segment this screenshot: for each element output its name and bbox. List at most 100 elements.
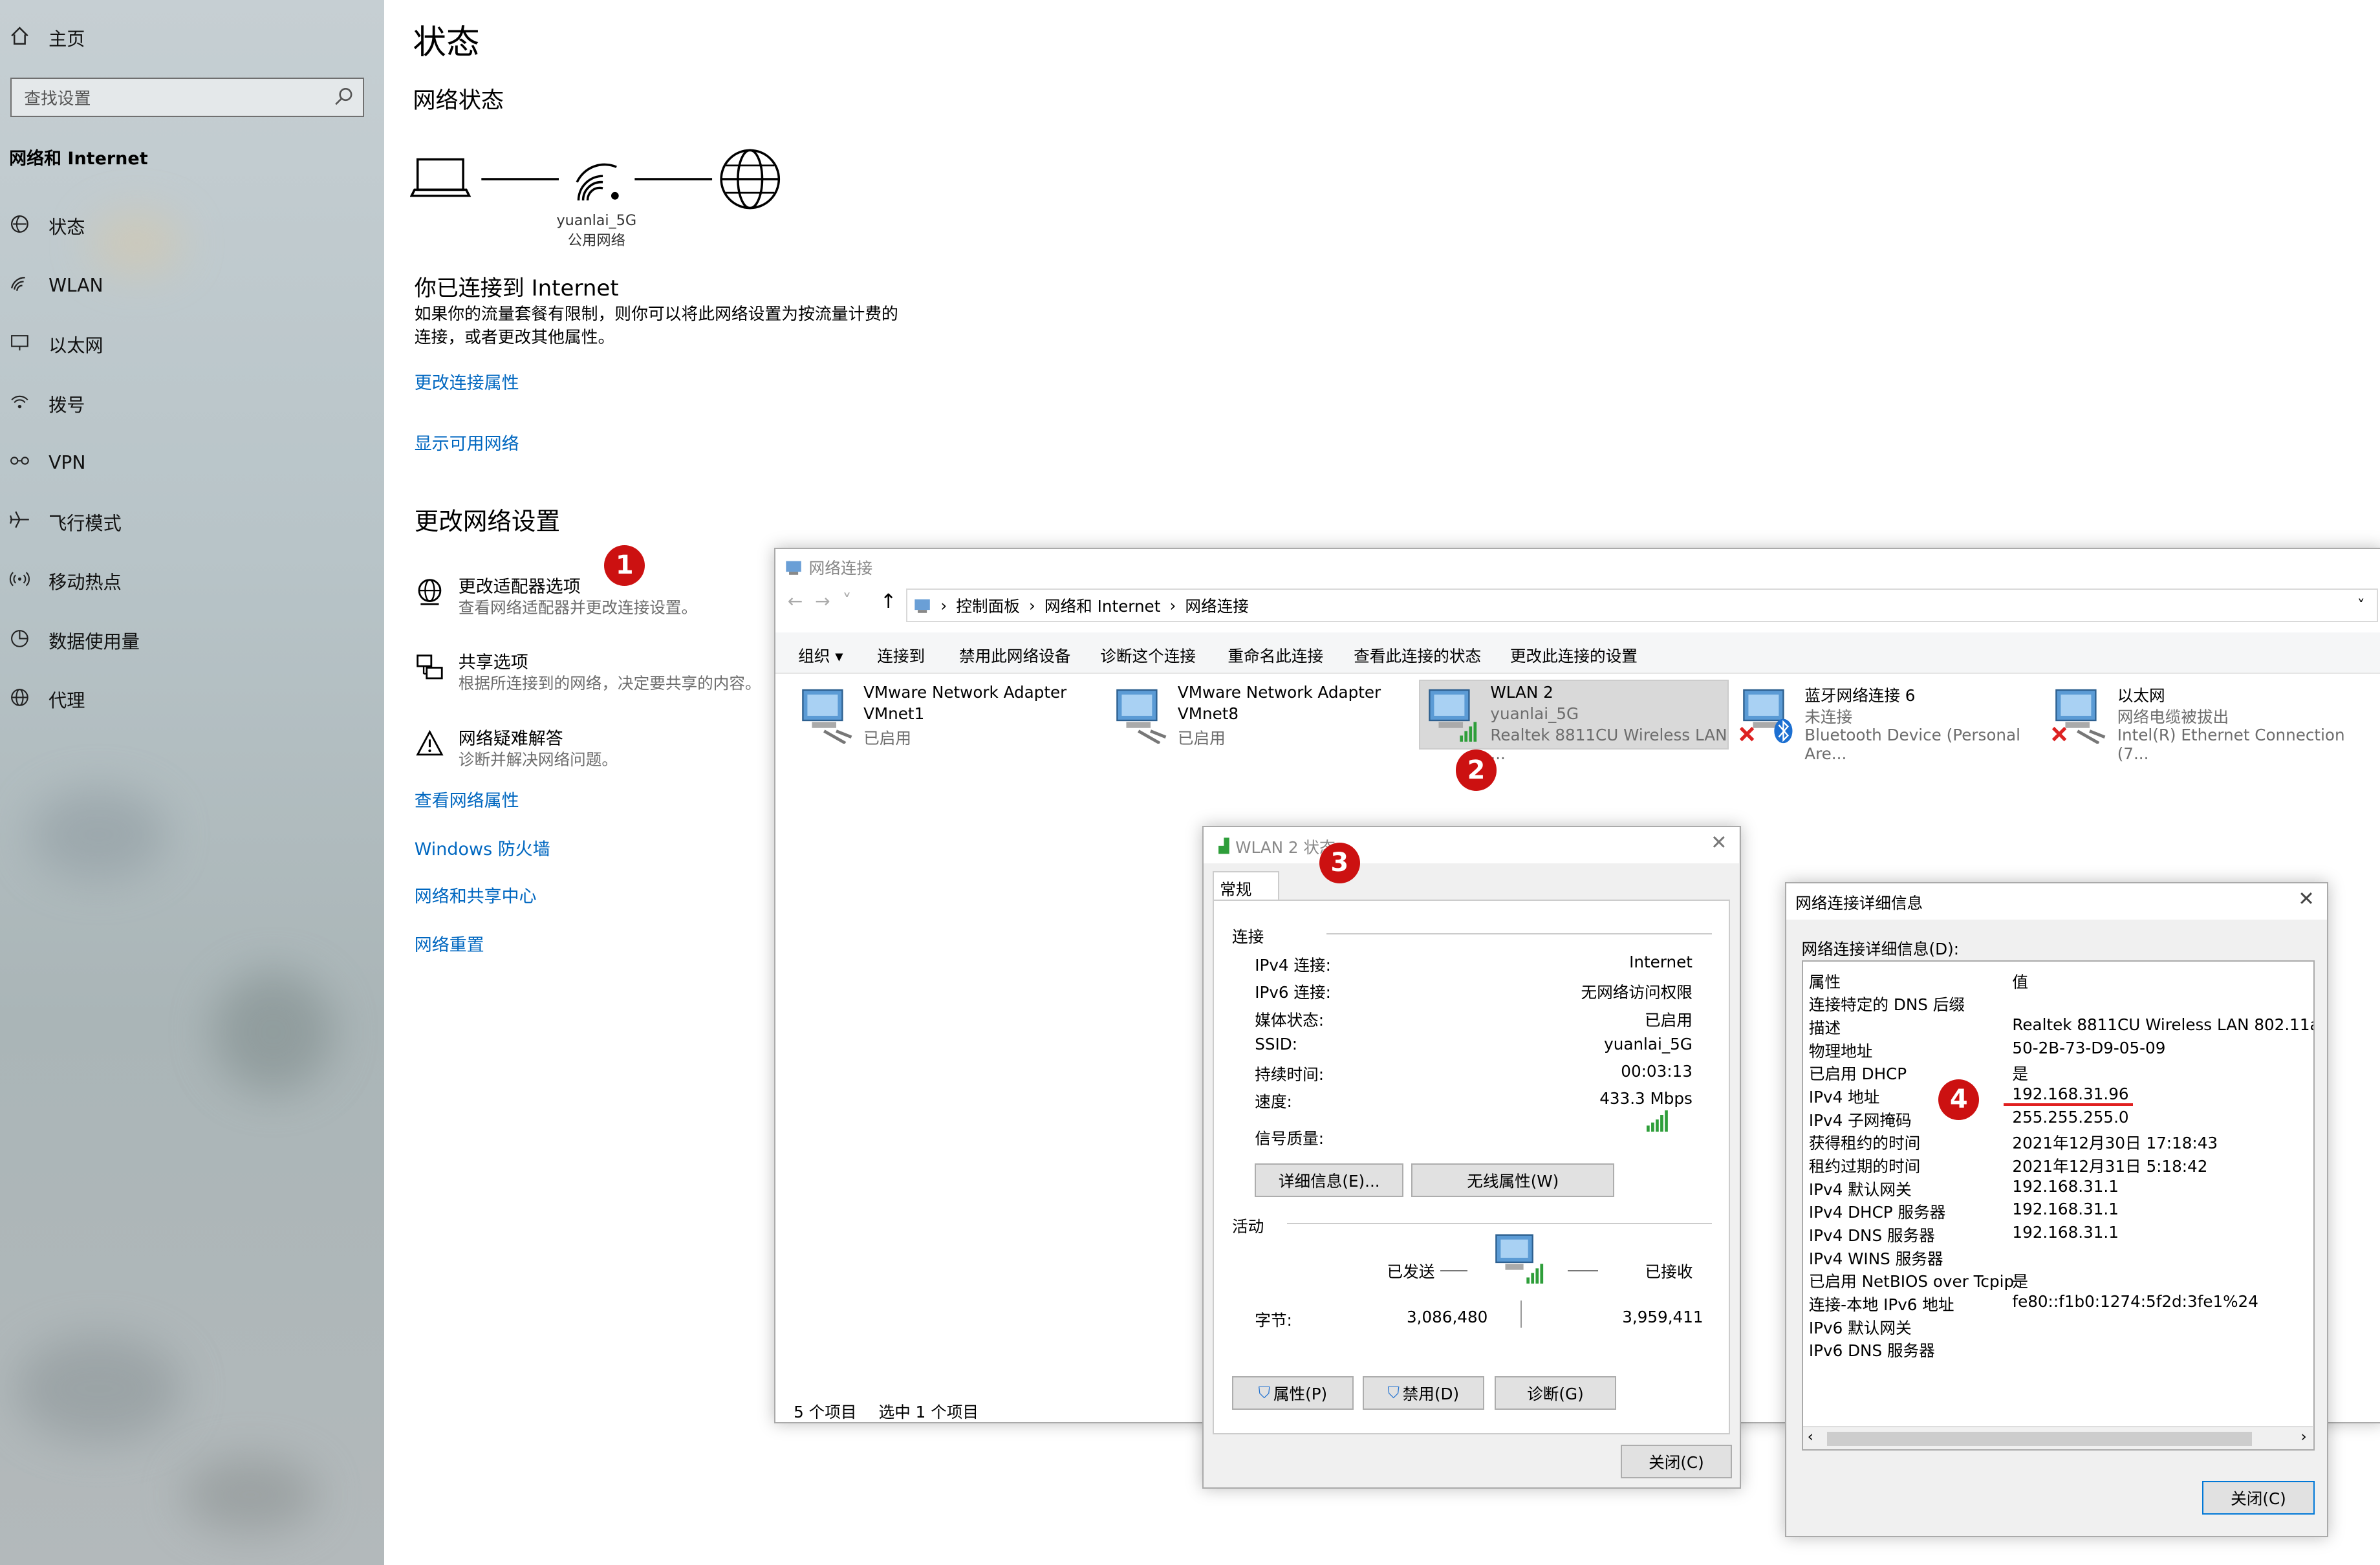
- network-sharing-center-link[interactable]: 网络和共享中心: [415, 882, 537, 907]
- wireless-properties-button[interactable]: 无线属性(W): [1411, 1163, 1615, 1198]
- toolbar-change-settings[interactable]: 更改此连接的设置: [1510, 643, 1638, 667]
- detail-value[interactable]: 是: [2012, 1061, 2028, 1085]
- change-connection-properties-link[interactable]: 更改连接属性: [415, 369, 519, 394]
- network-reset-link[interactable]: 网络重置: [415, 931, 484, 956]
- detail-value[interactable]: 255.255.255.0: [2012, 1108, 2128, 1127]
- horizontal-scrollbar[interactable]: ‹ ›: [1802, 1426, 2313, 1449]
- sidebar-section-title: 网络和 Internet: [9, 148, 148, 169]
- show-available-networks-link[interactable]: 显示可用网络: [415, 429, 519, 455]
- detail-value[interactable]: 192.168.31.1: [2012, 1223, 2119, 1242]
- diagnose-button[interactable]: 诊断(G): [1495, 1376, 1616, 1410]
- network-adapter-icon: [1116, 689, 1167, 744]
- sidebar-item-ethernet[interactable]: 以太网: [9, 325, 103, 364]
- sidebar-item-status[interactable]: 状态: [9, 206, 85, 246]
- properties-button[interactable]: ⛉ 属性(P): [1232, 1376, 1354, 1410]
- ssid-value: yuanlai_5G: [1604, 1034, 1693, 1053]
- detail-value[interactable]: 50-2B-73-D9-05-09: [2012, 1039, 2165, 1057]
- nav-arrows[interactable]: ←→˅: [788, 590, 864, 612]
- sidebar-item-data-usage[interactable]: 数据使用量: [9, 621, 140, 660]
- sidebar-item-dialup[interactable]: 拨号: [9, 384, 85, 424]
- bytes-received-value: 3,959,411: [1622, 1308, 1704, 1327]
- detail-property[interactable]: IPv4 子网掩码: [1809, 1108, 1912, 1131]
- adapter-bluetooth[interactable]: 蓝牙网络连接 6 未连接 Bluetooth Device (Personal …: [1738, 683, 2041, 763]
- toolbar-connect-to[interactable]: 连接到: [877, 643, 925, 667]
- column-header-property[interactable]: 属性: [1809, 969, 1841, 993]
- sidebar-item-vpn[interactable]: VPN: [9, 443, 85, 482]
- search-icon[interactable]: [334, 86, 354, 111]
- detail-property[interactable]: 描述: [1809, 1015, 1841, 1039]
- detail-property[interactable]: IPv6 DNS 服务器: [1809, 1338, 1935, 1361]
- details-button[interactable]: 详细信息(E)...: [1255, 1163, 1404, 1198]
- detail-value[interactable]: 2021年12月31日 5:18:42: [2012, 1154, 2207, 1177]
- scrollbar-thumb[interactable]: [1827, 1432, 2253, 1446]
- detail-property[interactable]: 已启用 DHCP: [1809, 1061, 1907, 1085]
- detail-value[interactable]: 192.168.31.96: [2012, 1085, 2128, 1103]
- details-list[interactable]: 属性 值 连接特定的 DNS 后缀 描述 Realtek 8811CU Wirele…: [1801, 960, 2315, 1451]
- breadcrumb-network-internet[interactable]: 网络和 Internet: [1044, 594, 1160, 617]
- adapter-wlan2[interactable]: WLAN 2 yuanlai_5G Realtek 8811CU Wireles…: [1423, 683, 1727, 763]
- breadcrumb-network-connections[interactable]: 网络连接: [1185, 594, 1249, 617]
- detail-value[interactable]: 是: [2012, 1269, 2028, 1292]
- detail-property[interactable]: 物理地址: [1809, 1039, 1873, 1062]
- toolbar-organize[interactable]: 组织 ▾: [798, 643, 843, 667]
- detail-value[interactable]: 192.168.31.1: [2012, 1200, 2119, 1218]
- view-network-properties-link[interactable]: 查看网络属性: [415, 786, 519, 812]
- detail-value[interactable]: fe80::f1b0:1274:5f2d:3fe1%24: [2012, 1292, 2258, 1311]
- disable-button[interactable]: ⛉ 禁用(D): [1362, 1376, 1484, 1410]
- sidebar-item-wlan[interactable]: WLAN: [9, 266, 103, 305]
- detail-property[interactable]: IPv4 地址: [1809, 1085, 1879, 1108]
- adapter-options-item[interactable]: 更改适配器选项 查看网络适配器并更改连接设置。: [415, 572, 764, 621]
- adapter-ethernet[interactable]: 以太网 网络电缆被拔出 Intel(R) Ethernet Connection…: [2050, 683, 2377, 763]
- sidebar-item-label: 代理: [49, 690, 85, 712]
- close-button[interactable]: 关闭(C): [1621, 1444, 1732, 1478]
- sidebar-item-airplane[interactable]: 飞行模式: [9, 502, 122, 542]
- sidebar-item-label: 飞行模式: [49, 512, 122, 534]
- scroll-left-icon[interactable]: ‹: [1808, 1427, 1813, 1445]
- window-titlebar: 网络连接: [784, 556, 872, 579]
- adapter-status: 已启用: [1177, 728, 1226, 748]
- sidebar-home[interactable]: 主页: [9, 18, 85, 58]
- detail-property[interactable]: IPv4 默认网关: [1809, 1177, 1912, 1200]
- detail-property[interactable]: IPv6 默认网关: [1809, 1315, 1912, 1339]
- close-button[interactable]: 关闭(C): [2202, 1481, 2315, 1515]
- breadcrumb-control-panel[interactable]: 控制面板: [956, 594, 1020, 617]
- adapter-vmnet8[interactable]: VMware Network Adapter VMnet8 已启用: [1111, 683, 1414, 750]
- tab-general[interactable]: 常规: [1212, 870, 1280, 901]
- detail-property[interactable]: 已启用 NetBIOS over Tcpip: [1809, 1269, 2014, 1292]
- scroll-right-icon[interactable]: ›: [2300, 1427, 2306, 1445]
- toolbar-diagnose[interactable]: 诊断这个连接: [1100, 643, 1196, 667]
- toolbar-view-status[interactable]: 查看此连接的状态: [1354, 643, 1481, 667]
- troubleshoot-item[interactable]: 网络疑难解答 诊断并解决网络问题。: [415, 724, 764, 773]
- signal-icon: ▟: [1218, 837, 1229, 854]
- sidebar-item-hotspot[interactable]: 移动热点: [9, 561, 122, 601]
- detail-property[interactable]: 连接-本地 IPv6 地址: [1809, 1292, 1954, 1315]
- toolbar-rename[interactable]: 重命名此连接: [1228, 643, 1323, 667]
- close-icon[interactable]: ✕: [1711, 832, 1727, 854]
- detail-property[interactable]: 获得租约的时间: [1809, 1130, 1920, 1154]
- detail-value[interactable]: Realtek 8811CU Wireless LAN 802.11ac US: [2012, 1015, 2313, 1034]
- option-title: 共享选项: [458, 653, 528, 673]
- toolbar-disable-device[interactable]: 禁用此网络设备: [959, 643, 1070, 667]
- globe-icon: [9, 687, 39, 713]
- detail-property[interactable]: 租约过期的时间: [1809, 1154, 1920, 1177]
- step-badge-2: 2: [1455, 750, 1497, 791]
- column-header-value[interactable]: 值: [2012, 969, 2028, 993]
- detail-value[interactable]: 192.168.31.1: [2012, 1177, 2119, 1196]
- sidebar-item-proxy[interactable]: 代理: [9, 680, 85, 719]
- adapter-name: VMware Network Adapter: [1177, 682, 1381, 702]
- chevron-down-icon[interactable]: ˅: [2357, 596, 2365, 614]
- wifi-signal-icon: [576, 163, 619, 200]
- address-bar[interactable]: › 控制面板 › 网络和 Internet › 网络连接 ˅: [905, 588, 2379, 622]
- detail-value[interactable]: 2021年12月30日 17:18:43: [2012, 1130, 2218, 1154]
- ipv6-connection-value: 无网络访问权限: [1581, 983, 1693, 1002]
- detail-property[interactable]: IPv4 WINS 服务器: [1809, 1246, 1943, 1269]
- search-input[interactable]: 查找设置: [10, 77, 365, 117]
- windows-firewall-link[interactable]: Windows 防火墙: [415, 835, 550, 860]
- close-icon[interactable]: ✕: [2298, 888, 2315, 911]
- up-arrow-icon[interactable]: ↑: [880, 590, 897, 613]
- adapter-vmnet1[interactable]: VMware Network Adapter VMnet1 已启用: [797, 683, 1100, 750]
- detail-property[interactable]: 连接特定的 DNS 后缀: [1809, 992, 1965, 1015]
- detail-property[interactable]: IPv4 DNS 服务器: [1809, 1223, 1935, 1246]
- sharing-options-item[interactable]: 共享选项 根据所连接到的网络，决定要共享的内容。: [415, 648, 764, 696]
- detail-property[interactable]: IPv4 DHCP 服务器: [1809, 1200, 1945, 1223]
